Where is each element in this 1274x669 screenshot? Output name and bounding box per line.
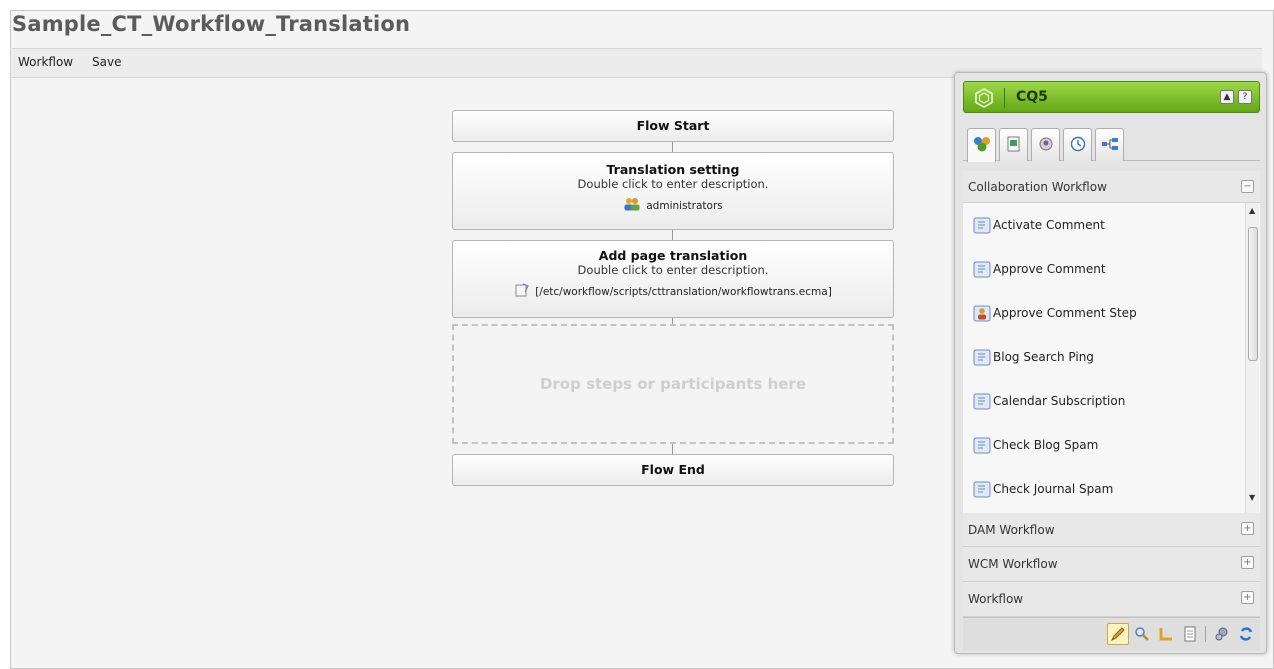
step-description: Double click to enter description. xyxy=(577,263,769,277)
step-title: Translation setting xyxy=(606,162,740,177)
workflow-menu[interactable]: Workflow xyxy=(18,55,73,69)
design-icon[interactable] xyxy=(1155,623,1177,645)
list-item-calendar-subscription[interactable]: Calendar Subscription xyxy=(973,388,1125,414)
step-title: Add page translation xyxy=(598,248,748,263)
step-participant: administrators xyxy=(453,197,893,214)
sidekick-tabs xyxy=(963,125,1260,162)
process-step-icon xyxy=(973,349,991,366)
users-icon xyxy=(623,197,641,214)
tab-information[interactable] xyxy=(1031,128,1060,161)
workflow-icon xyxy=(1101,137,1119,154)
item-label: Check Journal Spam xyxy=(993,482,1114,496)
components-icon xyxy=(973,136,991,155)
item-label: Blog Search Ping xyxy=(993,350,1094,364)
expand-group-icon[interactable]: + xyxy=(1241,556,1254,569)
expand-group-icon[interactable]: + xyxy=(1241,522,1254,535)
group-label: DAM Workflow xyxy=(968,523,1055,537)
connector xyxy=(672,444,673,454)
item-label: Activate Comment xyxy=(993,218,1105,232)
versions-icon xyxy=(1070,136,1086,155)
drop-hint: Drop steps or participants here xyxy=(539,375,807,393)
participant-label: administrators xyxy=(646,199,723,212)
flow-step-add-page-translation[interactable]: Add page translation Double click to ent… xyxy=(452,240,894,318)
group-wcm-workflow[interactable]: WCM Workflow + xyxy=(963,547,1260,582)
group-collaboration-workflow[interactable]: Collaboration Workflow − xyxy=(963,171,1260,203)
save-button[interactable]: Save xyxy=(92,55,121,69)
preview-icon[interactable] xyxy=(1131,623,1153,645)
process-step-icon xyxy=(973,217,991,234)
list-item-blog-search-ping[interactable]: Blog Search Ping xyxy=(973,344,1094,370)
page-title: Sample_CT_Workflow_Translation xyxy=(12,12,411,36)
tab-workflow[interactable] xyxy=(1095,128,1124,161)
step-description: Double click to enter description. xyxy=(577,177,769,191)
list-item-activate-comment[interactable]: Activate Comment xyxy=(973,212,1105,238)
script-icon xyxy=(514,283,530,300)
header-divider xyxy=(1004,88,1005,108)
expand-group-icon[interactable]: + xyxy=(1241,591,1254,604)
item-label: Approve Comment xyxy=(993,262,1106,276)
tab-components[interactable] xyxy=(967,128,996,162)
item-label: Check Blog Spam xyxy=(993,438,1099,452)
flow-start-label: Flow Start xyxy=(636,118,710,133)
sidekick-title: CQ5 xyxy=(1016,89,1048,105)
process-step-icon xyxy=(973,437,991,454)
sidekick-header[interactable]: CQ5 ▲ ? xyxy=(963,81,1260,113)
group-label: Workflow xyxy=(968,592,1024,606)
properties-icon[interactable] xyxy=(1179,623,1201,645)
process-step-icon xyxy=(973,481,991,498)
footer-divider xyxy=(1205,626,1206,642)
group-dam-workflow[interactable]: DAM Workflow + xyxy=(963,513,1260,547)
participant-step-icon xyxy=(973,305,991,322)
settings-icon[interactable] xyxy=(1211,623,1233,645)
tab-versioning[interactable] xyxy=(1063,128,1092,161)
help-icon[interactable]: ? xyxy=(1238,90,1252,104)
edit-mode-icon[interactable] xyxy=(1107,623,1129,645)
refresh-icon[interactable] xyxy=(1235,623,1257,645)
info-icon xyxy=(1039,136,1053,155)
flow-step-translation-setting[interactable]: Translation setting Double click to ente… xyxy=(452,152,894,230)
item-label: Approve Comment Step xyxy=(993,306,1137,320)
list-item-check-journal-spam[interactable]: Check Journal Spam xyxy=(973,476,1113,502)
sidekick-footer xyxy=(963,617,1260,651)
group-label: WCM Workflow xyxy=(968,557,1058,571)
drop-zone[interactable]: Drop steps or participants here xyxy=(452,324,894,444)
group-label: Collaboration Workflow xyxy=(968,180,1107,194)
list-item-approve-comment-step[interactable]: Approve Comment Step xyxy=(973,300,1137,326)
process-step-icon xyxy=(973,261,991,278)
scroll-up-icon[interactable]: ▲ xyxy=(1249,206,1255,215)
connector xyxy=(672,230,673,240)
sidekick-panel[interactable]: CQ5 ▲ ? Collaboration Workflow − Activat… xyxy=(954,72,1267,654)
collapse-group-icon[interactable]: − xyxy=(1241,180,1254,193)
collapse-icon[interactable]: ▲ xyxy=(1220,90,1234,104)
cq5-logo-icon xyxy=(974,88,994,108)
item-label: Calendar Subscription xyxy=(993,394,1126,408)
tab-page[interactable] xyxy=(999,128,1028,161)
list-item-approve-comment[interactable]: Approve Comment xyxy=(973,256,1106,282)
scroll-down-icon[interactable]: ▼ xyxy=(1249,493,1255,502)
page-icon xyxy=(1006,136,1022,155)
flow-end-node[interactable]: Flow End xyxy=(452,454,894,486)
script-path: [/etc/workflow/scripts/cttranslation/wor… xyxy=(535,285,832,298)
connector xyxy=(672,142,673,152)
group-workflow[interactable]: Workflow + xyxy=(963,582,1260,617)
process-step-icon xyxy=(973,393,991,410)
step-script: [/etc/workflow/scripts/cttranslation/wor… xyxy=(453,283,893,300)
flow-end-label: Flow End xyxy=(641,462,705,477)
list-item-check-blog-spam[interactable]: Check Blog Spam xyxy=(973,432,1098,458)
flow-start-node[interactable]: Flow Start xyxy=(452,110,894,142)
scroll-thumb[interactable] xyxy=(1248,227,1258,361)
